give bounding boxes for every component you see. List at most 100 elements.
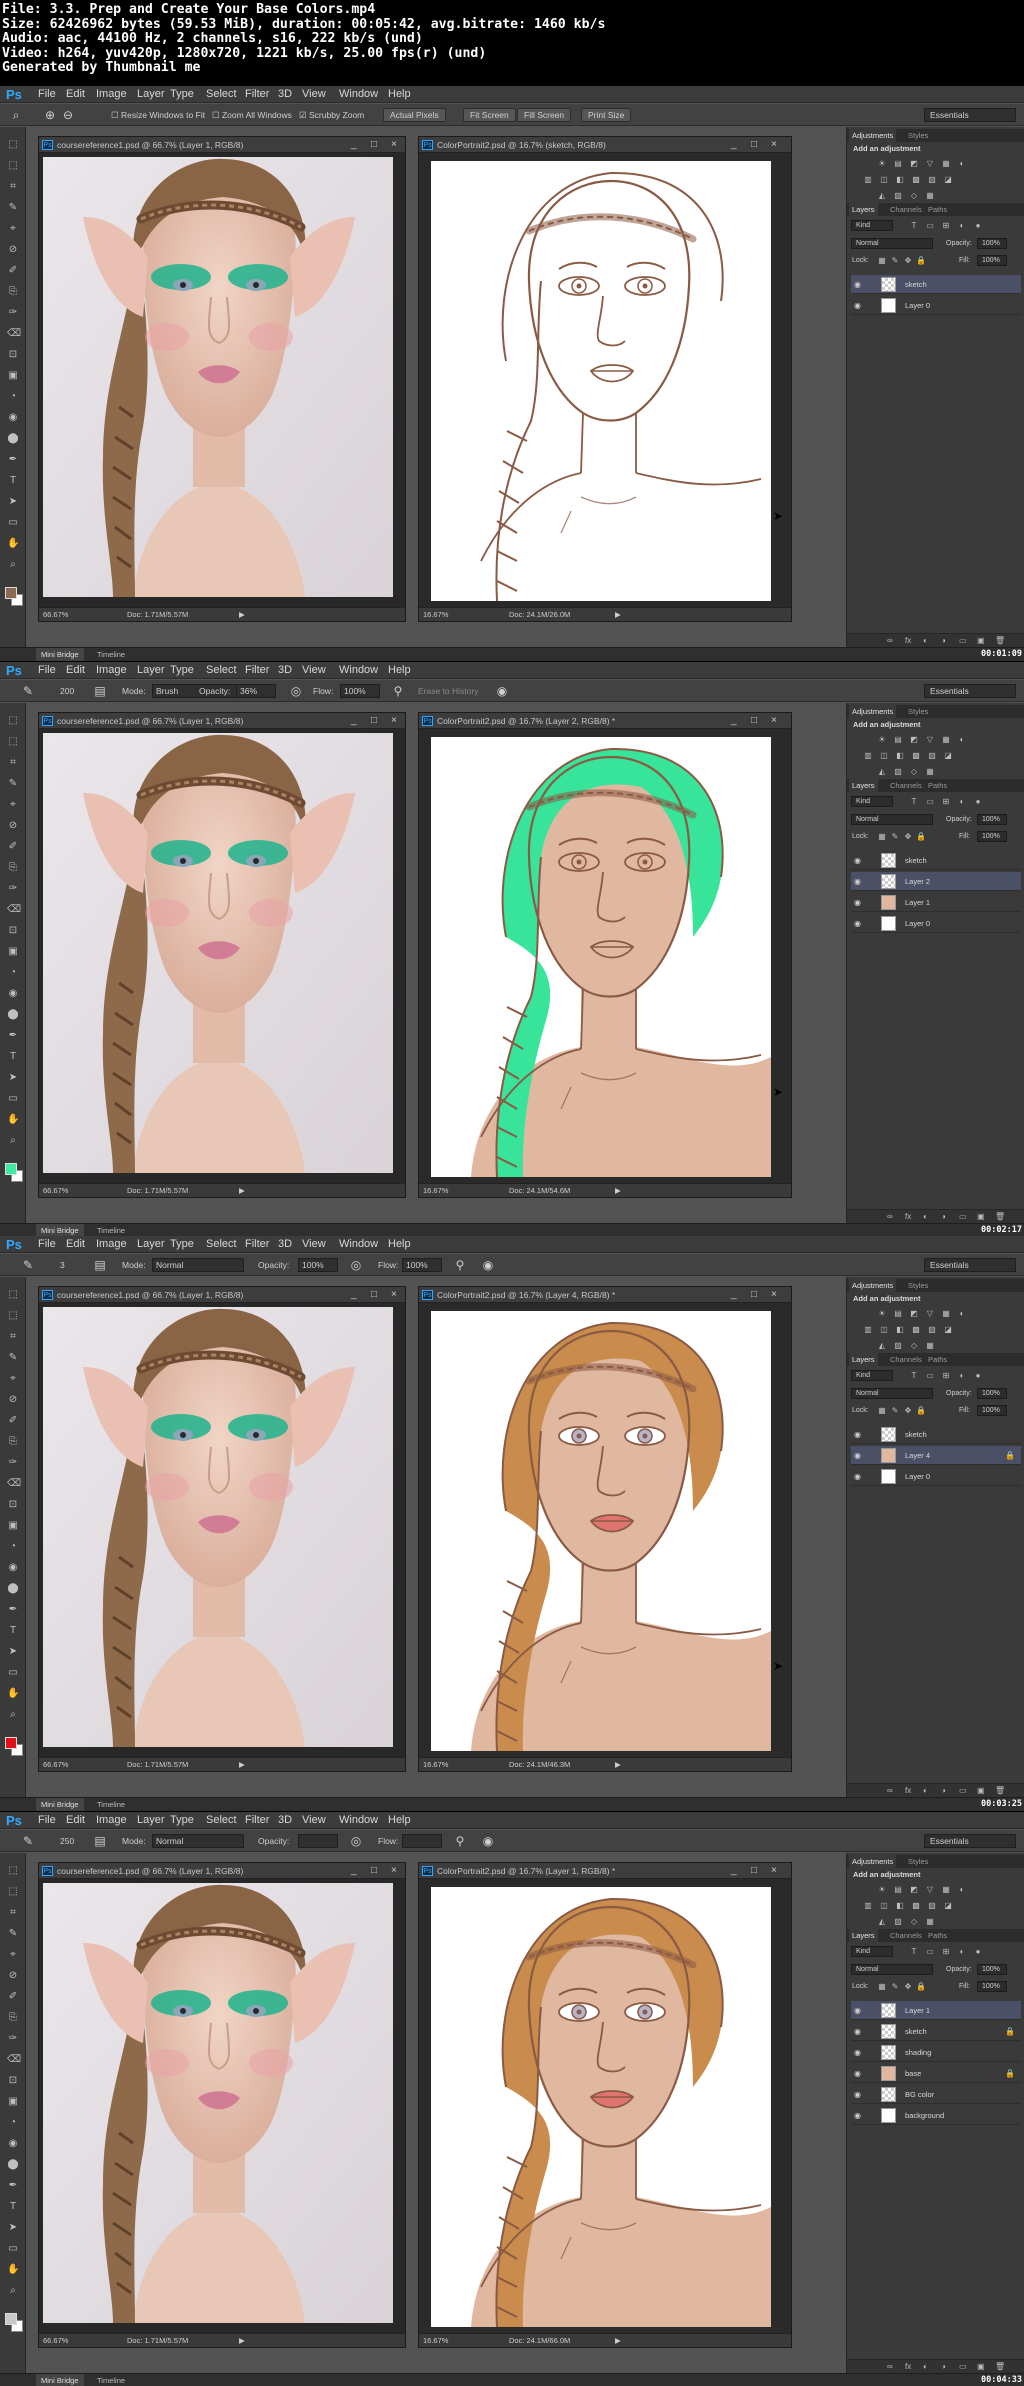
tool-icon[interactable]: ✋ <box>7 538 19 550</box>
zoom-level[interactable]: 66.67% <box>43 1758 68 1771</box>
zoom-level[interactable]: 66.67% <box>43 2334 68 2347</box>
zoom-in-icon[interactable]: ⊕ <box>42 107 58 123</box>
layers-footer-icon[interactable]: ▭ <box>959 1210 967 1223</box>
layers-footer-icon[interactable]: ▣ <box>977 634 985 647</box>
tool-icon[interactable]: ◉ <box>7 988 19 1000</box>
adjustment-icon[interactable]: ▥ <box>863 1325 873 1334</box>
menu-image[interactable]: Image <box>96 1814 127 1827</box>
tool-icon[interactable]: ✎ <box>7 202 19 214</box>
tool-icon[interactable]: ⌫ <box>7 904 21 916</box>
tool-icon[interactable]: ✐ <box>7 841 19 853</box>
layer-kind-filter[interactable]: Kind <box>851 1946 893 1957</box>
tool-icon[interactable]: ✒ <box>7 2180 19 2192</box>
zoom-out-icon[interactable]: ⊖ <box>60 107 76 123</box>
tool-icon[interactable]: ◉ <box>7 1562 19 1574</box>
layers-footer-icon[interactable]: ▣ <box>977 1784 985 1797</box>
adjustment-icon[interactable]: ▤ <box>893 1309 903 1318</box>
layer-opacity-field[interactable]: 100% <box>977 1964 1007 1975</box>
visibility-eye-icon[interactable]: ◉ <box>854 2022 864 2041</box>
zoom-level[interactable]: 16.67% <box>423 2334 448 2347</box>
layer-row[interactable]: ◉ Layer 1 <box>851 893 1021 912</box>
tool-icon[interactable]: ▭ <box>7 2243 19 2255</box>
menu-image[interactable]: Image <box>96 1238 127 1251</box>
adjustment-icon[interactable]: ◧ <box>895 751 905 760</box>
zoom-tool-icon[interactable]: ⌕ <box>8 107 24 123</box>
status-arrow-icon[interactable]: ▶ <box>615 1758 621 1771</box>
layer-row[interactable]: ◉ sketch <box>851 275 1021 294</box>
brush-size[interactable]: 200 <box>60 684 74 698</box>
tab-timeline[interactable]: Timeline <box>92 1798 130 1811</box>
menu-edit[interactable]: Edit <box>66 1814 85 1827</box>
maximize-icon[interactable]: □ <box>371 138 377 152</box>
status-arrow-icon[interactable]: ▶ <box>239 2334 245 2347</box>
layer-filter-icon[interactable]: ◐ <box>957 797 967 806</box>
tool-icon[interactable]: ▣ <box>7 2096 19 2108</box>
maximize-icon[interactable]: □ <box>751 138 757 152</box>
fill-field[interactable]: 100% <box>977 1981 1007 1992</box>
layer-row[interactable]: ◉ base 🔒 <box>851 2064 1021 2083</box>
maximize-icon[interactable]: □ <box>371 1288 377 1302</box>
menu-view[interactable]: View <box>302 664 326 677</box>
tool-icon[interactable]: ➤ <box>7 2222 19 2234</box>
tool-icon[interactable]: ▭ <box>7 517 19 529</box>
menu-3d[interactable]: 3D <box>278 88 292 101</box>
adjustment-icon[interactable]: ◭ <box>877 1341 887 1350</box>
layers-footer-icon[interactable]: ▣ <box>977 1210 985 1223</box>
adjustment-icon[interactable]: ◩ <box>909 1309 919 1318</box>
layers-footer-icon[interactable]: ◐ <box>923 1210 928 1223</box>
menu-help[interactable]: Help <box>388 1814 411 1827</box>
fill-field[interactable]: 100% <box>977 831 1007 842</box>
visibility-eye-icon[interactable]: ◉ <box>854 296 864 315</box>
adjustment-icon[interactable]: ▽ <box>925 735 935 744</box>
layers-footer-icon[interactable]: 🗑 <box>995 1784 1005 1797</box>
tool-icon[interactable]: ➤ <box>7 1072 19 1084</box>
menu-file[interactable]: File <box>38 664 56 677</box>
tool-icon[interactable]: ⊘ <box>7 244 19 256</box>
tab-layers[interactable]: Layers <box>849 1929 878 1942</box>
layer-kind-filter[interactable]: Kind <box>851 1370 893 1381</box>
menu-type[interactable]: Type <box>170 664 194 677</box>
lock-icon[interactable]: ✎ <box>890 832 900 841</box>
tool-icon[interactable]: ⌫ <box>7 328 21 340</box>
visibility-eye-icon[interactable]: ◉ <box>854 2064 864 2083</box>
tool-icon[interactable]: ✎ <box>7 778 19 790</box>
visibility-eye-icon[interactable]: ◉ <box>854 1446 864 1465</box>
layer-kind-filter[interactable]: Kind <box>851 220 893 231</box>
adjustment-icon[interactable]: ▤ <box>893 1885 903 1894</box>
menu-3d[interactable]: 3D <box>278 1814 292 1827</box>
tool-icon[interactable]: ⬚ <box>7 1865 19 1877</box>
tab-layers[interactable]: Layers <box>849 203 878 216</box>
maximize-icon[interactable]: □ <box>751 714 757 728</box>
brush-tool-icon[interactable]: ✎ <box>20 683 36 699</box>
reference-photo[interactable] <box>43 1883 393 2323</box>
layers-footer-icon[interactable]: ◐ <box>923 634 928 647</box>
tool-icon[interactable]: ⌖ <box>7 223 19 235</box>
minimize-icon[interactable]: _ <box>351 1864 357 1878</box>
tab-mini-bridge[interactable]: Mini Bridge <box>36 648 84 661</box>
visibility-eye-icon[interactable]: ◉ <box>854 893 864 912</box>
tab-mini-bridge[interactable]: Mini Bridge <box>36 2374 84 2386</box>
tool-icon[interactable]: ◉ <box>7 2138 19 2150</box>
fill-field[interactable]: 100% <box>977 255 1007 266</box>
adjustment-icon[interactable]: ▨ <box>893 1341 903 1350</box>
blend-mode-select[interactable]: Normal <box>851 1388 933 1399</box>
menu-type[interactable]: Type <box>170 1814 194 1827</box>
menu-image[interactable]: Image <box>96 88 127 101</box>
layer-row[interactable]: ◉ Layer 0 <box>851 914 1021 933</box>
layer-filter-icon[interactable]: ● <box>973 1371 983 1380</box>
layer-filter-icon[interactable]: ● <box>973 221 983 230</box>
artwork-canvas[interactable] <box>431 161 771 601</box>
tool-icon[interactable]: ◉ <box>7 412 19 424</box>
layer-row[interactable]: ◉ Layer 1 <box>851 2001 1021 2020</box>
tab-adjustments[interactable]: Adjustments <box>849 129 897 142</box>
lock-icon[interactable]: 🔒 <box>916 1982 926 1991</box>
visibility-eye-icon[interactable]: ◉ <box>854 2085 864 2104</box>
visibility-eye-icon[interactable]: ◉ <box>854 914 864 933</box>
visibility-eye-icon[interactable]: ◉ <box>854 275 864 294</box>
tab-channels[interactable]: Channels <box>887 1353 925 1366</box>
tool-icon[interactable]: ⎘ <box>7 1436 19 1448</box>
tool-icon[interactable]: ✐ <box>7 1991 19 2003</box>
menu-layer[interactable]: Layer <box>137 88 165 101</box>
adjustment-icon[interactable]: ◇ <box>909 1341 919 1350</box>
tab-layers[interactable]: Layers <box>849 779 878 792</box>
